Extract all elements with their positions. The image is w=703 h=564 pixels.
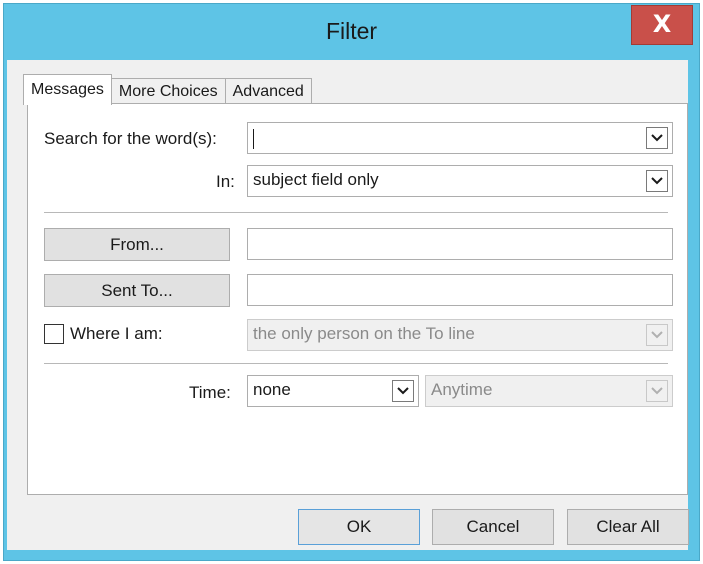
chevron-down-icon bbox=[651, 387, 663, 395]
window-title: Filter bbox=[325, 18, 378, 44]
chevron-down-icon bbox=[397, 387, 409, 395]
in-select[interactable]: subject field only bbox=[247, 165, 673, 197]
where-i-am-value: the only person on the To line bbox=[253, 324, 475, 343]
cancel-button[interactable]: Cancel bbox=[432, 509, 554, 545]
in-label: In: bbox=[216, 172, 235, 191]
search-words-label: Search for the word(s): bbox=[44, 129, 217, 148]
tab-more-choices[interactable]: More Choices bbox=[110, 78, 226, 105]
clear-all-button[interactable]: Clear All bbox=[567, 509, 689, 545]
where-i-am-checkbox[interactable] bbox=[44, 324, 64, 344]
in-select-value: subject field only bbox=[253, 170, 379, 189]
tab-advanced[interactable]: Advanced bbox=[224, 78, 312, 105]
time-dropdown-button[interactable] bbox=[392, 380, 414, 402]
where-i-am-label: Where I am: bbox=[70, 324, 163, 343]
sent-to-button[interactable]: Sent To... bbox=[44, 274, 230, 307]
section-divider bbox=[44, 212, 668, 214]
time-select-value: none bbox=[253, 380, 291, 399]
time-range-select: Anytime bbox=[425, 375, 673, 407]
tab-messages[interactable]: Messages bbox=[23, 74, 112, 105]
time-label: Time: bbox=[189, 383, 231, 402]
sent-to-field[interactable] bbox=[247, 274, 673, 306]
section-divider bbox=[44, 363, 668, 365]
chevron-down-icon bbox=[651, 331, 663, 339]
search-words-combobox[interactable] bbox=[247, 122, 673, 154]
in-dropdown-button[interactable] bbox=[646, 170, 668, 192]
close-button[interactable]: X bbox=[631, 5, 693, 45]
tab-strip: Messages More Choices Advanced bbox=[23, 73, 312, 105]
search-words-dropdown-button[interactable] bbox=[646, 127, 668, 149]
chevron-down-icon bbox=[651, 177, 663, 185]
ok-button[interactable]: OK bbox=[298, 509, 420, 545]
time-range-dropdown-button bbox=[646, 380, 668, 402]
time-select[interactable]: none bbox=[247, 375, 419, 407]
title-bar[interactable]: Filter X bbox=[4, 4, 699, 64]
where-i-am-select: the only person on the To line bbox=[247, 319, 673, 351]
chevron-down-icon bbox=[651, 134, 663, 142]
from-field[interactable] bbox=[247, 228, 673, 260]
text-caret bbox=[253, 129, 254, 149]
close-icon: X bbox=[652, 10, 672, 38]
time-range-value: Anytime bbox=[431, 380, 493, 399]
where-i-am-dropdown-button bbox=[646, 324, 668, 346]
from-button[interactable]: From... bbox=[44, 228, 230, 261]
